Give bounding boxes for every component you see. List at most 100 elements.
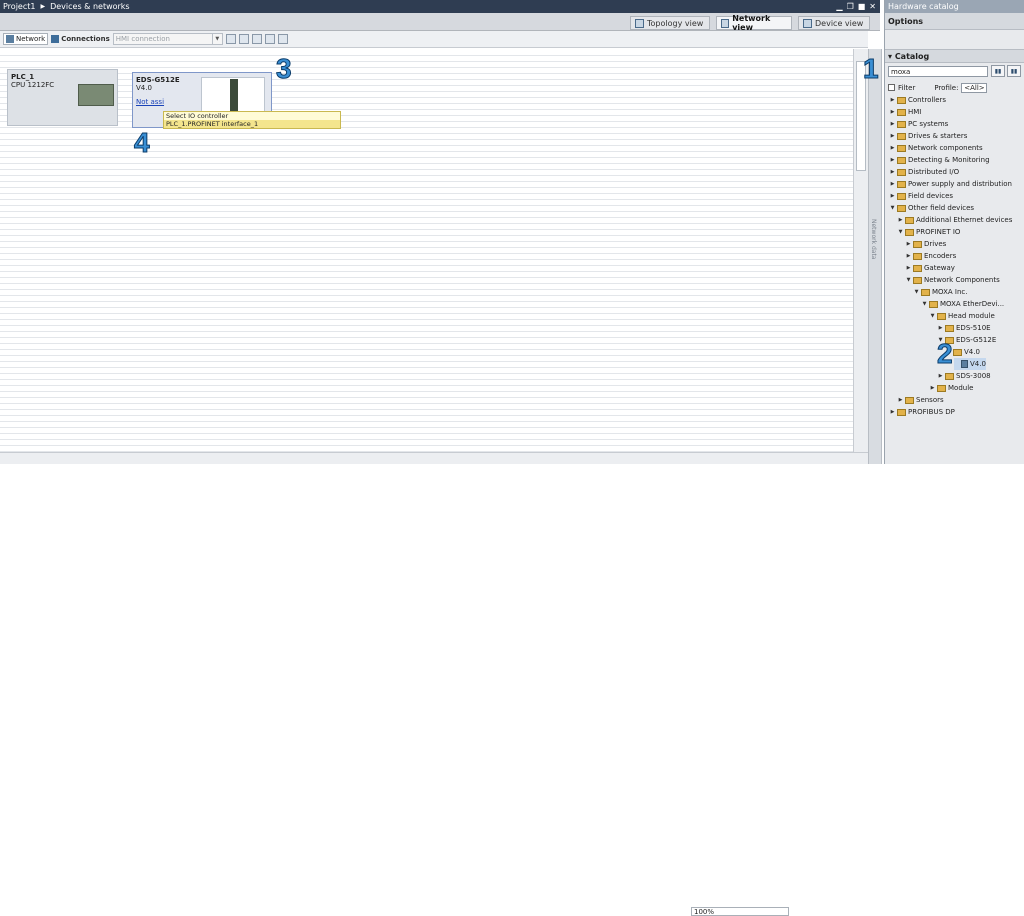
chevron-right-icon[interactable]: ▶ [890,121,895,127]
tree-node[interactable]: ▼ PROFINET IO [898,226,961,238]
canvas-horizontal-scrollbar[interactable]: 100% [0,452,868,916]
tree-node[interactable]: ▶ Detecting & Monitoring [890,154,990,166]
catalog-search-input[interactable]: moxa [888,66,988,77]
restore-icon[interactable]: ❐ [847,2,854,11]
panel-icon[interactable] [264,34,275,44]
tree-node[interactable]: ▼ MOXA EtherDevi... [922,298,1005,310]
chevron-right-icon[interactable]: ▶ [890,193,895,199]
connections-button[interactable]: Connections [51,35,110,43]
network-button[interactable]: Network [3,33,49,45]
chevron-down-icon[interactable]: ▼ [898,229,903,235]
tree-node-label: Controllers [908,96,947,104]
chevron-right-icon[interactable]: ▶ [890,145,895,151]
tree-node[interactable]: ▶ HMI [890,106,922,118]
grid-line [0,301,853,302]
device-plc[interactable]: PLC_1 CPU 1212FC [7,69,118,126]
search-down-button[interactable]: ▮▮ [991,65,1005,77]
relations-icon[interactable] [238,34,249,44]
search-up-button[interactable]: ▮▮ [1007,65,1021,77]
chevron-down-icon[interactable]: ▼ [914,289,919,295]
grid-line [0,325,853,326]
chevron-right-icon[interactable]: ▶ [890,133,895,139]
connection-type-select[interactable]: HMI connection ▼ [112,33,223,45]
tree-node-label: Encoders [924,252,957,260]
chevron-right-icon[interactable]: ▶ [906,253,911,259]
chevron-down-icon[interactable]: ▼ [890,205,895,211]
tree-node[interactable]: ▼ Head module [930,310,995,322]
grid-line [0,427,853,428]
chevron-right-icon[interactable]: ▶ [938,325,943,331]
catalog-header[interactable]: ▾ Catalog [885,49,1024,63]
folder-icon [897,156,906,164]
menu-item-plc-profinet-interface[interactable]: PLC_1.PROFINET interface_1 [164,120,340,128]
grid-line [0,433,853,434]
tree-node[interactable]: V4.0 [954,358,986,370]
network-canvas[interactable]: PLC_1 CPU 1212FC EDS-G512E V4.0 Not assi… [0,49,853,452]
grid-line [0,145,853,146]
tree-node[interactable]: ▶ PROFIBUS DP [890,406,955,418]
chevron-down-icon[interactable]: ▼ [930,313,935,319]
address-icon[interactable] [225,34,236,44]
chevron-right-icon[interactable]: ▶ [890,181,895,187]
chevron-down-icon[interactable]: ▼ [922,301,927,307]
tree-node[interactable]: ▶ EDS-510E [938,322,991,334]
chevron-right-icon[interactable]: ▶ [938,373,943,379]
grid-line [0,337,853,338]
filter-checkbox[interactable] [888,84,895,91]
tree-node[interactable]: ▶ PC systems [890,118,949,130]
chevron-down-icon[interactable]: ▼ [906,277,911,283]
grid-line [0,235,853,236]
grid-line [0,271,853,272]
tree-node[interactable]: ▶ Gateway [906,262,955,274]
tree-node[interactable]: ▶ Module [930,382,974,394]
zoom-icon[interactable] [277,34,288,44]
tree-node[interactable]: ▼ Other field devices [890,202,975,214]
zoom-select[interactable]: 100% [691,907,789,916]
maximize-icon[interactable]: ■ [858,2,866,11]
tree-node[interactable]: ▶ Drives [906,238,947,250]
chevron-right-icon[interactable]: ▶ [890,157,895,163]
profile-select[interactable]: <All> [961,82,988,93]
tree-node-label: EDS-G512E [956,336,997,344]
tree-node[interactable]: ▼ MOXA Inc. [914,286,968,298]
io-controller-menu: Select IO controller PLC_1.PROFINET inte… [163,111,341,129]
grid-line [0,349,853,350]
minimize-icon[interactable]: ▁ [836,2,842,11]
tree-node-label: Drives & starters [908,132,968,140]
grid-line [0,367,853,368]
tree-node[interactable]: ▶ Network components [890,142,983,154]
canvas-vertical-scrollbar[interactable] [853,49,868,452]
tree-node[interactable]: ▶ Controllers [890,94,947,106]
network-data-panel-toggle[interactable]: Network data [868,49,882,464]
folder-icon [897,168,906,176]
tree-node[interactable]: ▶ Power supply and distribution [890,178,1012,190]
tab-network-view[interactable]: Network view [716,14,792,32]
grid-line [0,319,853,320]
folder-icon [897,180,906,188]
grid-icon[interactable] [251,34,262,44]
tree-node[interactable]: ▶ Drives & starters [890,130,968,142]
chevron-right-icon[interactable]: ▶ [898,397,903,403]
tree-node[interactable]: ▶ SDS-3008 [938,370,991,382]
chevron-right-icon[interactable]: ▶ [890,109,895,115]
chevron-right-icon[interactable]: ▶ [906,265,911,271]
chevron-right-icon[interactable]: ▶ [890,169,895,175]
not-assigned-link[interactable]: Not assi [136,98,164,106]
tab-topology-view[interactable]: Topology view [630,16,710,30]
options-header[interactable]: Options [885,13,1024,30]
menu-item-select-io-controller: Select IO controller [166,112,229,120]
tree-node[interactable]: ▶ Sensors [898,394,944,406]
tree-node[interactable]: ▼ Network Components [906,274,1000,286]
device-icon [961,360,968,368]
chevron-right-icon[interactable]: ▶ [906,241,911,247]
tree-node[interactable]: ▶ Additional Ethernet devices [898,214,1013,226]
chevron-right-icon[interactable]: ▶ [898,217,903,223]
chevron-right-icon[interactable]: ▶ [890,409,895,415]
tree-node[interactable]: ▶ Field devices [890,190,953,202]
chevron-right-icon[interactable]: ▶ [930,385,935,391]
tab-device-view[interactable]: Device view [798,16,870,30]
tree-node[interactable]: ▶ Distributed I/O [890,166,960,178]
close-icon[interactable]: ✕ [869,2,876,11]
tree-node[interactable]: ▶ Encoders [906,250,957,262]
chevron-right-icon[interactable]: ▶ [890,97,895,103]
